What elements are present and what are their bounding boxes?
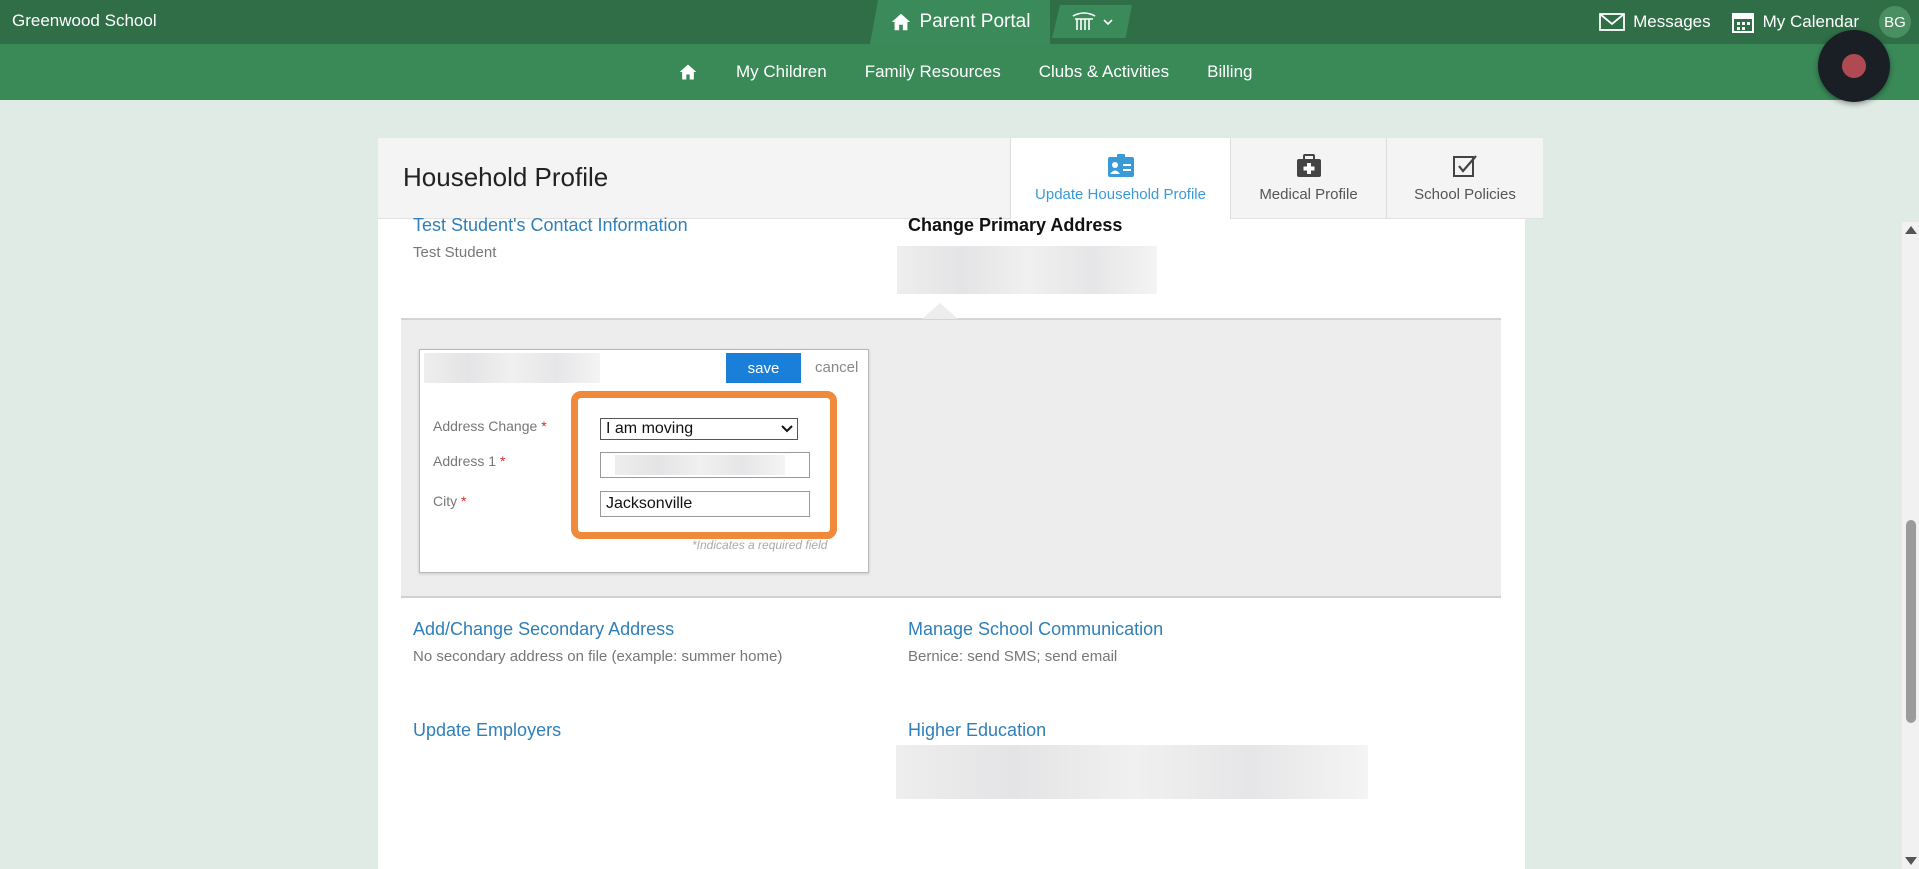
secondary-address-sub: No secondary address on file (example: s… <box>413 648 783 665</box>
parent-portal-label: Parent Portal <box>919 11 1031 32</box>
address-change-select[interactable]: I am moving <box>600 418 798 440</box>
city-input[interactable]: Jacksonville <box>600 491 810 517</box>
tab-update-household-profile[interactable]: Update Household Profile <box>1010 138 1230 219</box>
top-bar: Greenwood School Parent Portal Messages … <box>0 0 1919 44</box>
messages-link[interactable]: Messages <box>1599 12 1711 32</box>
redacted-higher-education <box>896 745 1368 799</box>
calendar-label: My Calendar <box>1762 12 1859 31</box>
scroll-down-arrow-icon[interactable] <box>1905 857 1917 865</box>
chevron-down-icon <box>1103 18 1113 25</box>
school-communication-link[interactable]: Manage School Communication <box>908 619 1163 640</box>
city-value: Jacksonville <box>606 495 693 512</box>
medical-kit-icon <box>1296 154 1321 177</box>
nav-billing[interactable]: Billing <box>1207 62 1252 82</box>
redacted-form-title <box>424 353 600 383</box>
city-label-text: City <box>433 493 458 509</box>
nav-family-resources[interactable]: Family Resources <box>865 62 1001 82</box>
higher-education-link[interactable]: Higher Education <box>908 720 1046 741</box>
edit-area-pointer <box>922 303 958 319</box>
contact-information-sub: Test Student <box>413 244 497 261</box>
calendar-link[interactable]: My Calendar <box>1731 10 1859 34</box>
scroll-up-arrow-icon[interactable] <box>1905 226 1917 234</box>
change-primary-address-heading: Change Primary Address <box>908 215 1123 235</box>
required-star: * <box>541 418 547 434</box>
page-title: Household Profile <box>403 162 609 192</box>
main-nav: My Children Family Resources Clubs & Act… <box>0 44 1919 100</box>
scroll-thumb[interactable] <box>1906 520 1916 723</box>
redacted-address <box>897 246 1157 294</box>
school-logo-icon <box>1072 11 1096 30</box>
address1-label: Address 1 * <box>433 453 505 469</box>
required-star: * <box>499 453 506 469</box>
address-change-label: Address Change * <box>433 418 547 434</box>
messages-label: Messages <box>1633 12 1711 31</box>
app-switcher[interactable] <box>1052 5 1132 38</box>
address1-label-text: Address 1 <box>433 453 497 469</box>
required-field-note: *Indicates a required field <box>692 538 828 552</box>
city-label: City * <box>433 493 466 509</box>
tab-medical-profile[interactable]: Medical Profile <box>1230 138 1386 219</box>
chevron-down-icon <box>781 425 793 433</box>
cancel-link[interactable]: cancel <box>815 359 858 376</box>
secondary-address-link[interactable]: Add/Change Secondary Address <box>413 619 674 640</box>
checkbox-icon <box>1453 155 1477 177</box>
page-scrollbar[interactable] <box>1902 222 1919 869</box>
user-avatar[interactable]: BG <box>1879 6 1911 38</box>
address-change-value: I am moving <box>606 420 694 437</box>
nav-home-icon[interactable] <box>678 62 698 82</box>
nav-my-children[interactable]: My Children <box>736 62 827 82</box>
redacted-address1 <box>615 455 785 475</box>
tab-update-household-profile-label: Update Household Profile <box>1035 186 1206 203</box>
required-star: * <box>461 493 467 509</box>
envelope-icon <box>1599 13 1626 31</box>
update-employers-link[interactable]: Update Employers <box>413 720 561 741</box>
save-button[interactable]: save <box>726 353 801 383</box>
tab-school-policies[interactable]: School Policies <box>1386 138 1543 219</box>
school-communication-sub: Bernice: send SMS; send email <box>908 648 1118 665</box>
contact-information-link[interactable]: Test Student's Contact Information <box>413 215 688 236</box>
school-name[interactable]: Greenwood School <box>12 11 157 31</box>
id-card-icon <box>1107 154 1134 177</box>
nav-clubs-activities[interactable]: Clubs & Activities <box>1039 62 1169 82</box>
panel-header: Household Profile Update Household Profi… <box>378 138 1543 219</box>
tab-school-policies-label: School Policies <box>1414 186 1516 203</box>
address1-input[interactable] <box>600 452 810 478</box>
parent-portal-tab[interactable]: Parent Portal <box>870 0 1050 44</box>
record-button[interactable] <box>1818 30 1890 102</box>
profile-tabs: Update Household Profile Medical Profile… <box>1010 138 1543 219</box>
home-icon <box>891 13 910 31</box>
record-dot-icon <box>1842 54 1866 78</box>
calendar-icon <box>1731 13 1754 33</box>
address-change-label-text: Address Change <box>433 418 538 434</box>
tab-medical-profile-label: Medical Profile <box>1259 186 1358 203</box>
